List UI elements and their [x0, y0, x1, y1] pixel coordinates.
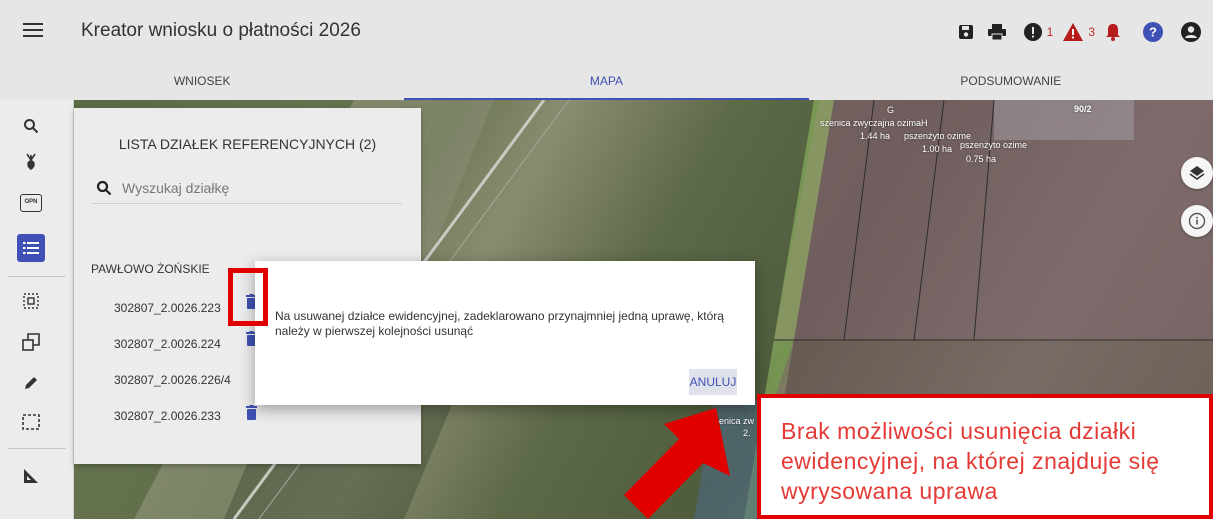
app-title: Kreator wniosku o płatności 2026: [81, 20, 361, 41]
info-button[interactable]: [1181, 205, 1213, 237]
app-header: Kreator wniosku o płatności 2026 1 3 ?: [0, 0, 1213, 62]
select-rect-icon[interactable]: [19, 410, 43, 434]
bell-icon[interactable]: [1105, 20, 1121, 44]
tool-sidebar: OPN: [0, 100, 74, 519]
menu-icon[interactable]: [20, 20, 46, 42]
tab-mapa[interactable]: MAPA: [404, 62, 809, 100]
cancel-button[interactable]: ANULUJ: [689, 369, 737, 395]
callout-text: Brak możliwości usunięcia działki ewiden…: [781, 418, 1160, 504]
save-icon[interactable]: [958, 20, 974, 44]
opn-icon[interactable]: OPN: [19, 191, 43, 215]
select-area-icon[interactable]: [19, 289, 43, 313]
sidebar-divider: [8, 276, 66, 277]
error-count: 1: [1046, 25, 1054, 39]
panel-title: LISTA DZIAŁEK REFERENCYJNYCH (2): [118, 136, 377, 152]
tab-wniosek[interactable]: WNIOSEK: [0, 62, 404, 100]
parcel-item[interactable]: 302807_2.0026.233: [114, 409, 221, 423]
map-label: 90/2: [1074, 104, 1092, 114]
measure-icon[interactable]: [19, 464, 43, 488]
parcel-item[interactable]: 302807_2.0026.224: [114, 337, 221, 351]
parcel-group-name: PAWŁOWO ŻOŃSKIE: [91, 262, 210, 276]
opn-label: OPN: [20, 194, 42, 212]
parcel-item[interactable]: 302807_2.0026.226/4: [114, 373, 231, 387]
layers-icon: [1189, 166, 1205, 180]
copy-shape-icon[interactable]: [19, 330, 43, 354]
map-label: 0.75 ha: [966, 154, 997, 164]
list-icon[interactable]: [17, 234, 45, 262]
dialog-message: Na usuwanej działce ewidencyjnej, zadekl…: [275, 309, 724, 338]
highlight-box: [228, 268, 268, 326]
map-label: szenica zwyczajna ozimaH: [820, 118, 928, 128]
search-icon[interactable]: [19, 114, 43, 138]
svg-text:?: ?: [1149, 25, 1157, 40]
warning-icon[interactable]: [1063, 20, 1084, 44]
header-actions: 1 3 ?: [958, 20, 1201, 44]
info-icon: [1188, 212, 1206, 230]
map-label: pszenżyto ozime: [960, 140, 1028, 150]
account-icon[interactable]: [1181, 20, 1201, 44]
edit-icon[interactable]: [19, 371, 43, 395]
tab-podsumowanie[interactable]: PODSUMOWANIE: [809, 62, 1213, 100]
help-icon[interactable]: ?: [1143, 20, 1163, 44]
search-icon: [96, 180, 112, 196]
parcel-search-input[interactable]: [122, 177, 392, 199]
parcel-search: [92, 174, 402, 204]
delete-warning-dialog: Na usuwanej działce ewidencyjnej, zadekl…: [255, 261, 755, 405]
parcel-item[interactable]: 302807_2.0026.223: [114, 301, 221, 315]
sidebar-divider: [8, 448, 66, 449]
layers-button[interactable]: [1181, 157, 1213, 189]
plant-icon[interactable]: [19, 150, 43, 174]
map-label: 1.00 ha: [922, 144, 953, 154]
map-label: 1.44 ha: [860, 131, 891, 141]
red-arrow-annotation: [624, 408, 730, 519]
delete-parcel-icon[interactable]: [246, 405, 257, 420]
warning-count: 3: [1088, 25, 1095, 39]
print-icon[interactable]: [987, 20, 1006, 44]
error-icon[interactable]: [1023, 20, 1042, 44]
map-label: G: [887, 105, 895, 115]
main-tabs: WNIOSEK MAPA PODSUMOWANIE: [0, 62, 1213, 100]
annotation-callout: Brak możliwości usunięcia działki ewiden…: [757, 394, 1213, 519]
